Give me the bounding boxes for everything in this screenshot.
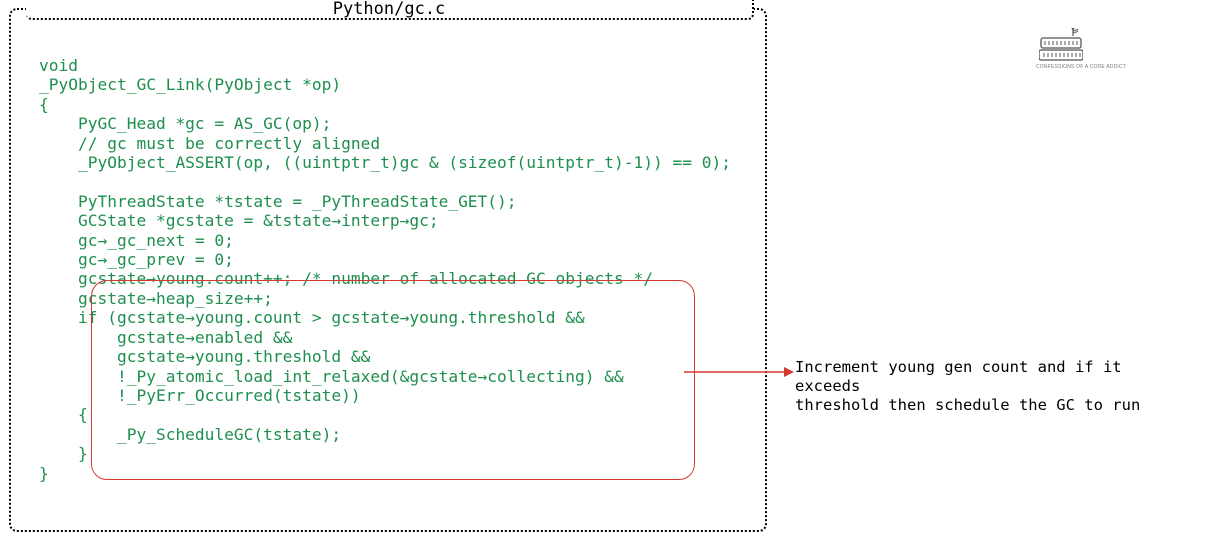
panel-title-bar: Python/gc.c (26, 0, 754, 20)
code-panel: Python/gc.c void _PyObject_GC_Link(PyObj… (9, 8, 767, 532)
brand-caption: CONFESSIONS OF A CODE ADDICT (1036, 64, 1086, 70)
panel-title: Python/gc.c (333, 0, 446, 19)
source-code: void _PyObject_GC_Link(PyObject *op) { P… (39, 56, 731, 483)
callout-text: Increment young gen count and if it exce… (795, 358, 1195, 415)
brand-logo: CONFESSIONS OF A CODE ADDICT (1036, 28, 1086, 70)
keyboard-icon (1039, 28, 1083, 62)
callout-arrow (684, 362, 794, 382)
